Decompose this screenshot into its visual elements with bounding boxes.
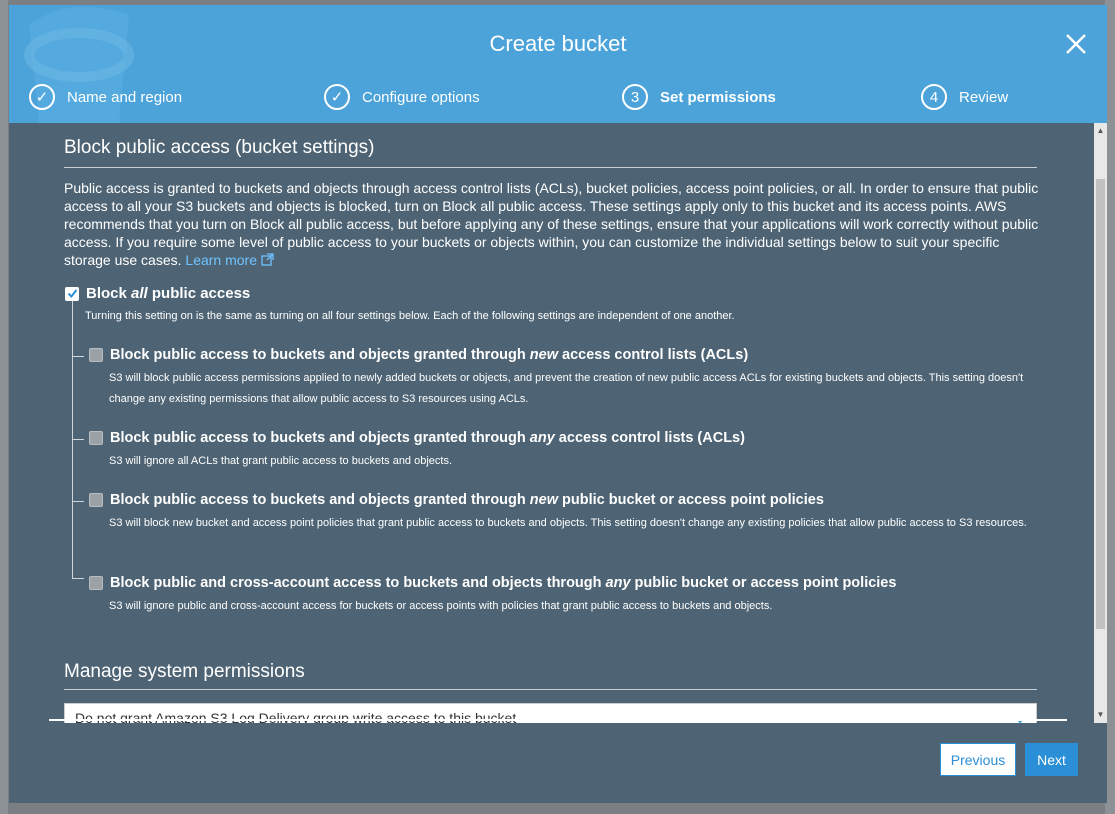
step-label: Configure options xyxy=(362,88,480,106)
content-scrollbar[interactable]: ▲ ▼ xyxy=(1094,123,1107,723)
step-configure-options[interactable]: ✓ Configure options xyxy=(324,83,480,111)
select-value: Do not grant Amazon S3 Log Delivery grou… xyxy=(75,710,517,723)
step-name-and-region[interactable]: ✓ Name and region xyxy=(29,83,182,111)
learn-more-link[interactable]: Learn more xyxy=(185,252,274,268)
next-button[interactable]: Next xyxy=(1025,743,1078,776)
footer-divider xyxy=(49,719,1067,721)
check-icon: ✓ xyxy=(324,84,350,110)
option-any-acls: Block public access to buckets and objec… xyxy=(89,430,1049,472)
tree-branch xyxy=(72,356,84,357)
divider xyxy=(64,689,1037,690)
step-number: 3 xyxy=(622,84,648,110)
option-checkbox[interactable] xyxy=(89,493,103,507)
option-description: S3 will ignore all ACLs that grant publi… xyxy=(109,455,453,467)
chevron-down-icon: ⌄ xyxy=(1014,710,1026,723)
previous-button[interactable]: Previous xyxy=(940,743,1016,776)
step-label: Review xyxy=(959,88,1009,106)
option-description: S3 will ignore public and cross-account … xyxy=(109,600,773,612)
check-icon: ✓ xyxy=(29,84,55,110)
scroll-down-arrow-icon[interactable]: ▼ xyxy=(1096,710,1105,720)
divider xyxy=(64,167,1037,168)
tree-branch xyxy=(72,439,84,440)
scroll-up-arrow-icon[interactable]: ▲ xyxy=(1096,126,1105,136)
external-link-icon xyxy=(261,253,274,266)
block-all-label: Block all public access xyxy=(86,285,251,302)
block-all-subtext: Turning this setting on is the same as t… xyxy=(85,310,735,322)
option-checkbox[interactable] xyxy=(89,348,103,362)
option-title: Block public access to buckets and objec… xyxy=(110,347,749,363)
modal-title: Create bucket xyxy=(489,31,627,56)
create-bucket-modal: Create bucket ✓ Name and region ✓ Config… xyxy=(9,5,1107,803)
close-icon[interactable] xyxy=(1063,31,1089,57)
wizard-steps: ✓ Name and region ✓ Configure options 3 … xyxy=(9,83,1107,113)
step-review[interactable]: 4 Review xyxy=(921,83,1008,111)
option-title: Block public access to buckets and objec… xyxy=(110,430,745,446)
option-title: Block public and cross-account access to… xyxy=(110,575,897,591)
scroll-thumb[interactable] xyxy=(1096,179,1105,629)
modal-header: Create bucket ✓ Name and region ✓ Config… xyxy=(9,5,1107,123)
option-checkbox[interactable] xyxy=(89,576,103,590)
option-new-acls: Block public access to buckets and objec… xyxy=(89,347,1049,410)
option-any-policies: Block public and cross-account access to… xyxy=(89,575,1049,617)
option-checkbox[interactable] xyxy=(89,431,103,445)
step-label: Set permissions xyxy=(660,88,776,106)
tree-branch xyxy=(72,578,84,579)
block-section-description: Public access is granted to buckets and … xyxy=(64,179,1044,269)
background-page xyxy=(0,0,8,814)
modal-content: Block public access (bucket settings) Pu… xyxy=(9,123,1094,723)
step-set-permissions[interactable]: 3 Set permissions xyxy=(622,83,776,111)
system-section-title: Manage system permissions xyxy=(64,661,305,682)
block-all-checkbox-row[interactable]: Block all public access xyxy=(65,285,250,302)
option-new-policies: Block public access to buckets and objec… xyxy=(89,492,1049,534)
checkmark-icon xyxy=(67,289,77,299)
option-title: Block public access to buckets and objec… xyxy=(110,492,824,508)
option-description: S3 will block new bucket and access poin… xyxy=(109,517,1027,529)
tree-branch xyxy=(72,501,84,502)
option-description: S3 will block public access permissions … xyxy=(109,372,1024,405)
step-label: Name and region xyxy=(67,88,183,106)
block-section-title: Block public access (bucket settings) xyxy=(64,137,375,158)
step-number: 4 xyxy=(921,84,947,110)
block-all-checkbox[interactable] xyxy=(65,286,79,301)
